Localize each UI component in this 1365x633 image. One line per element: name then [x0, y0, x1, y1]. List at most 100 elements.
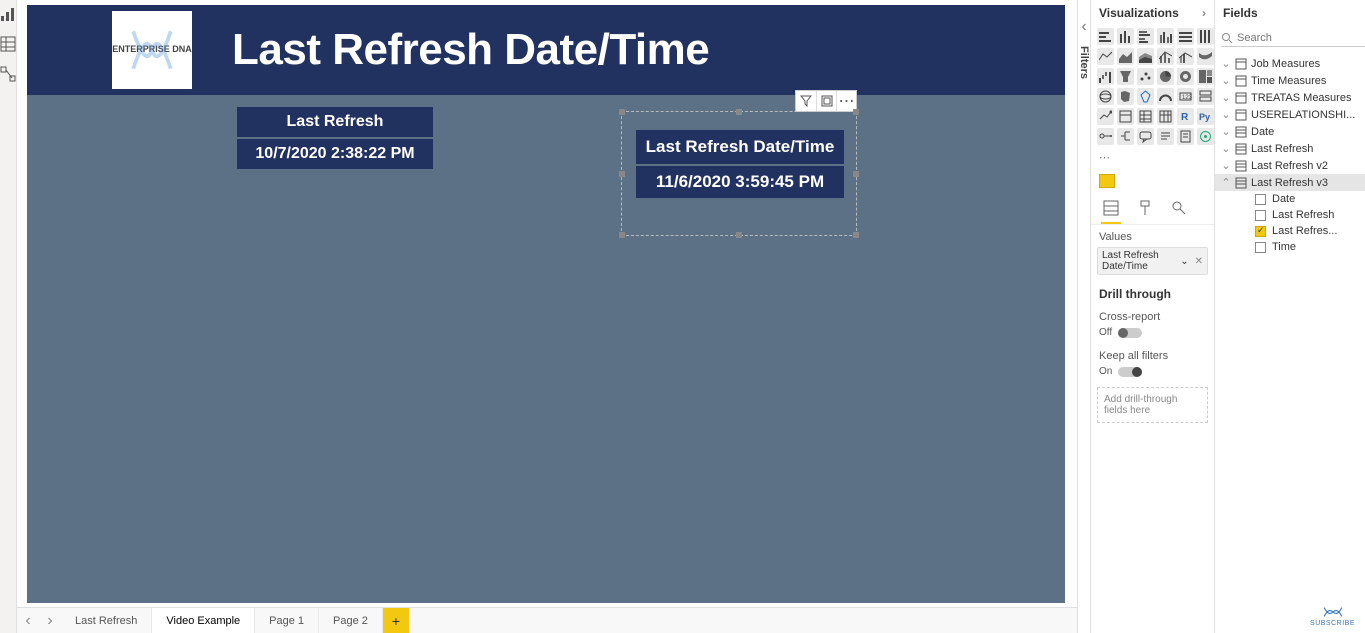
- smart-narrative-icon[interactable]: [1157, 128, 1174, 145]
- field-row[interactable]: Last Refres...: [1215, 223, 1365, 239]
- stacked-area-icon[interactable]: [1137, 48, 1154, 65]
- fields-tab-icon[interactable]: [1101, 198, 1121, 218]
- stacked-bar-100-icon[interactable]: [1177, 28, 1194, 45]
- qa-visual-icon[interactable]: [1137, 128, 1154, 145]
- stacked-column-100-icon[interactable]: [1197, 28, 1214, 45]
- keep-filters-toggle[interactable]: [1118, 367, 1142, 377]
- format-tab-icon[interactable]: [1135, 198, 1155, 218]
- field-checkbox[interactable]: [1255, 210, 1266, 221]
- resize-handle[interactable]: [619, 232, 625, 238]
- resize-handle[interactable]: [736, 109, 742, 115]
- report-canvas[interactable]: ENTERPRISE DNA Last Refresh Date/Time La…: [27, 5, 1065, 603]
- donut-icon[interactable]: [1177, 68, 1194, 85]
- chevron-icon[interactable]: ⌄: [1221, 91, 1231, 104]
- field-table-row[interactable]: ⌄Job Measures: [1215, 55, 1365, 72]
- page-tab[interactable]: Page 1: [255, 608, 319, 633]
- matrix-icon[interactable]: [1157, 108, 1174, 125]
- filters-pane-collapsed[interactable]: ‹ Filters: [1077, 0, 1091, 633]
- chevron-icon[interactable]: ⌄: [1221, 74, 1231, 87]
- chevron-icon[interactable]: ⌄: [1221, 125, 1231, 138]
- field-table-row[interactable]: ⌄Time Measures: [1215, 72, 1365, 89]
- analytics-tab-icon[interactable]: [1169, 198, 1189, 218]
- model-view-icon[interactable]: [0, 66, 16, 82]
- resize-handle[interactable]: [619, 109, 625, 115]
- map-icon[interactable]: [1097, 88, 1114, 105]
- chevron-down-icon[interactable]: ⌄: [1180, 256, 1188, 267]
- r-visual-icon[interactable]: R: [1177, 108, 1194, 125]
- line-stacked-column-icon[interactable]: [1157, 48, 1174, 65]
- line-clustered-column-icon[interactable]: [1177, 48, 1194, 65]
- more-options-icon[interactable]: ⋯: [836, 91, 856, 111]
- field-table-row[interactable]: ⌄Date: [1215, 123, 1365, 140]
- add-page-button[interactable]: +: [383, 608, 409, 633]
- cross-report-toggle[interactable]: [1118, 328, 1142, 338]
- decomposition-tree-icon[interactable]: [1117, 128, 1134, 145]
- table-icon[interactable]: [1137, 108, 1154, 125]
- page-tab[interactable]: Last Refresh: [61, 608, 152, 633]
- chevron-icon[interactable]: ⌄: [1221, 108, 1231, 121]
- card-last-refresh-datetime-selected[interactable]: ⋯ Last Refresh Date/Time 11/6/2020 3:59:…: [621, 111, 857, 236]
- filter-icon[interactable]: [796, 91, 816, 111]
- focus-mode-icon[interactable]: [816, 91, 836, 111]
- kpi-icon[interactable]: [1097, 108, 1114, 125]
- field-table-row[interactable]: ⌄TREATAS Measures: [1215, 89, 1365, 106]
- field-table-row[interactable]: ⌄Last Refresh v2: [1215, 157, 1365, 174]
- viz-more-icon[interactable]: ⋯: [1091, 151, 1214, 170]
- field-row[interactable]: Time: [1215, 239, 1365, 255]
- chevron-icon[interactable]: ⌄: [1221, 57, 1231, 70]
- clustered-bar-icon[interactable]: [1137, 28, 1154, 45]
- scatter-icon[interactable]: [1137, 68, 1154, 85]
- azure-map-icon[interactable]: [1137, 88, 1154, 105]
- clustered-column-icon[interactable]: [1157, 28, 1174, 45]
- collapse-viz-icon[interactable]: ›: [1202, 6, 1206, 20]
- tabs-prev-icon[interactable]: ‹: [17, 608, 39, 633]
- chevron-icon[interactable]: ⌄: [1221, 142, 1231, 155]
- search-input[interactable]: [1237, 32, 1365, 44]
- expand-filters-icon[interactable]: ‹: [1081, 18, 1086, 36]
- resize-handle[interactable]: [736, 232, 742, 238]
- arcgis-icon[interactable]: [1197, 128, 1214, 145]
- field-table-row[interactable]: ⌃Last Refresh v3: [1215, 174, 1365, 191]
- stacked-bar-icon[interactable]: [1097, 28, 1114, 45]
- report-view-icon[interactable]: [0, 6, 16, 22]
- filled-map-icon[interactable]: [1117, 88, 1134, 105]
- field-table-row[interactable]: ⌄USERELATIONSHI...: [1215, 106, 1365, 123]
- multi-row-card-icon[interactable]: [1197, 88, 1214, 105]
- data-view-icon[interactable]: [0, 36, 16, 52]
- treemap-icon[interactable]: [1197, 68, 1214, 85]
- tabs-next-icon[interactable]: ›: [39, 608, 61, 633]
- value-pill-text: Last Refresh Date/Time: [1102, 250, 1180, 272]
- slicer-icon[interactable]: [1117, 108, 1134, 125]
- field-row[interactable]: Date: [1215, 191, 1365, 207]
- field-checkbox[interactable]: [1255, 194, 1266, 205]
- card-last-refresh[interactable]: Last Refresh 10/7/2020 2:38:22 PM: [237, 107, 433, 169]
- ribbon-chart-icon[interactable]: [1197, 48, 1214, 65]
- python-visual-icon[interactable]: Py: [1197, 108, 1214, 125]
- resize-handle[interactable]: [853, 109, 859, 115]
- field-table-row[interactable]: ⌄Last Refresh: [1215, 140, 1365, 157]
- funnel-icon[interactable]: [1117, 68, 1134, 85]
- pie-icon[interactable]: [1157, 68, 1174, 85]
- resize-handle[interactable]: [853, 232, 859, 238]
- chevron-icon[interactable]: ⌄: [1221, 159, 1231, 172]
- chevron-icon[interactable]: ⌃: [1221, 176, 1231, 189]
- resize-handle[interactable]: [853, 171, 859, 177]
- waterfall-icon[interactable]: [1097, 68, 1114, 85]
- fields-search[interactable]: [1221, 30, 1365, 47]
- key-influencers-icon[interactable]: [1097, 128, 1114, 145]
- line-chart-icon[interactable]: [1097, 48, 1114, 65]
- area-chart-icon[interactable]: [1117, 48, 1134, 65]
- drill-through-drop-zone[interactable]: Add drill-through fields here: [1097, 387, 1208, 423]
- paginated-report-icon[interactable]: [1177, 128, 1194, 145]
- field-row[interactable]: Last Refresh: [1215, 207, 1365, 223]
- card-icon[interactable]: 123: [1177, 88, 1194, 105]
- gauge-icon[interactable]: [1157, 88, 1174, 105]
- field-checkbox[interactable]: [1255, 242, 1266, 253]
- field-checkbox[interactable]: [1255, 226, 1266, 237]
- stacked-column-icon[interactable]: [1117, 28, 1134, 45]
- page-tab[interactable]: Video Example: [152, 608, 255, 633]
- page-tab[interactable]: Page 2: [319, 608, 383, 633]
- resize-handle[interactable]: [619, 171, 625, 177]
- remove-field-icon[interactable]: ✕: [1195, 256, 1203, 267]
- value-field-pill[interactable]: Last Refresh Date/Time ⌄ ✕: [1097, 247, 1208, 275]
